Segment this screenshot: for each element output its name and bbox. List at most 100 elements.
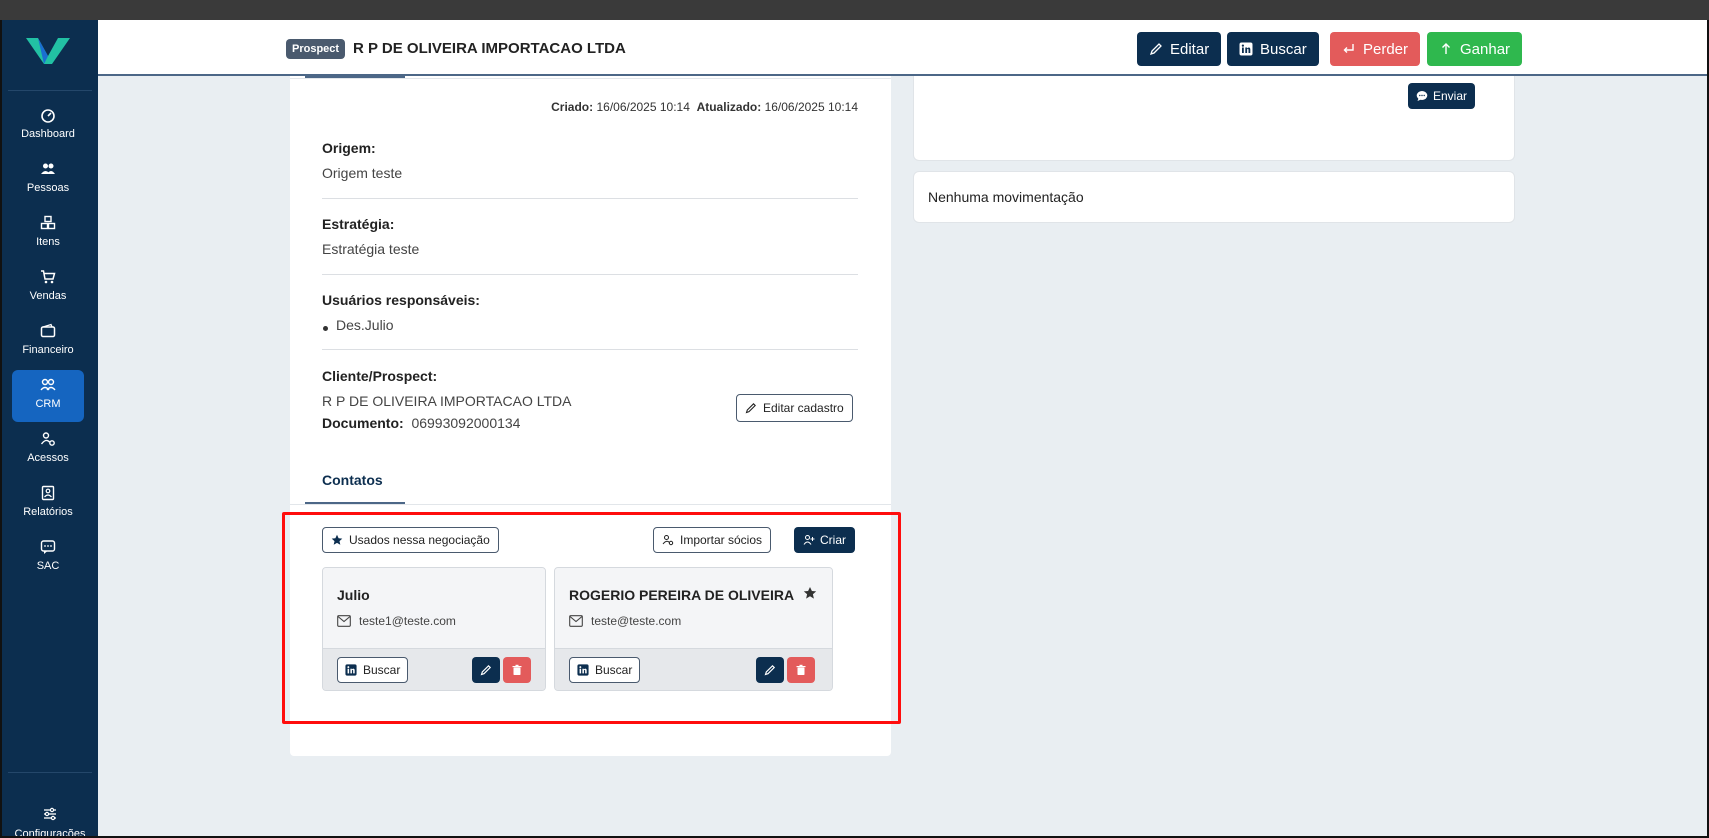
- sidebar-item-label: Configurações: [14, 828, 86, 838]
- edit-register-label: Editar cadastro: [763, 401, 844, 415]
- sidebar-item-label: Pessoas: [26, 182, 70, 194]
- sidebar-item-financeiro[interactable]: Financeiro: [12, 316, 84, 368]
- sidebar-item-label: Dashboard: [21, 128, 75, 140]
- filter-button-label: Usados nessa negociação: [349, 533, 490, 547]
- contact-email: teste1@teste.com: [337, 614, 456, 628]
- contact-card: Julio teste1@teste.com Buscar: [322, 567, 546, 691]
- estrategia-label: Estratégia:: [322, 216, 395, 232]
- import-button-label: Importar sócios: [680, 533, 763, 547]
- cart-icon: [41, 270, 56, 284]
- updated-label: Atualizado:: [696, 100, 762, 114]
- movements-card: Nenhuma movimentação: [913, 171, 1515, 223]
- sidebar-item-pessoas[interactable]: Pessoas: [12, 154, 84, 206]
- list-bullet: [323, 326, 328, 331]
- usuario-item: Des.Julio: [336, 317, 394, 333]
- sidebar-separator: [8, 772, 92, 773]
- page-title: R P DE OLIVEIRA IMPORTACAO LTDA: [353, 40, 626, 57]
- created-value: 16/06/2025 10:14: [596, 100, 690, 114]
- message-card: Enviar: [913, 76, 1515, 161]
- delete-contact-button[interactable]: [787, 657, 815, 683]
- add-user-icon: [803, 535, 815, 545]
- boxes-icon: [40, 215, 56, 230]
- edit-button[interactable]: Editar: [1137, 32, 1222, 66]
- envelope-icon: [337, 615, 351, 627]
- arrow-down-left-icon: [1343, 44, 1354, 53]
- contact-card: ROGERIO PEREIRA DE OLIVEIRA teste@teste.…: [554, 567, 833, 691]
- contact-linkedin-button[interactable]: Buscar: [569, 657, 641, 683]
- linkedin-icon: [345, 664, 357, 676]
- crm-icon: [40, 378, 56, 391]
- sidebar-item-relatorios[interactable]: Relatórios: [12, 478, 84, 530]
- sidebar-item-crm[interactable]: CRM: [12, 370, 84, 422]
- tab-divider: [290, 78, 891, 79]
- pencil-icon: [764, 664, 776, 676]
- sidebar-item-sac[interactable]: SAC: [12, 532, 84, 584]
- sidebar-item-label: SAC: [36, 560, 60, 572]
- wallet-icon: [40, 323, 56, 338]
- lose-button-label: Perder: [1363, 40, 1409, 58]
- origem-label: Origem:: [322, 140, 376, 156]
- chat-bubble-icon: [1416, 91, 1428, 101]
- edit-contact-button[interactable]: [472, 657, 500, 683]
- sidebar-item-acessos[interactable]: Acessos: [12, 424, 84, 476]
- details-card: Criado: 16/06/2025 10:14 Atualizado: 16/…: [290, 76, 891, 756]
- lose-button[interactable]: Perder: [1330, 32, 1421, 66]
- origem-value: Origem teste: [322, 165, 403, 181]
- sidebar-item-dashboard[interactable]: Dashboard: [12, 100, 84, 152]
- contact-card-footer: Buscar: [323, 648, 545, 690]
- user-gear-icon: [40, 432, 55, 446]
- contact-linkedin-button[interactable]: Buscar: [337, 657, 409, 683]
- win-button-label: Ganhar: [1460, 40, 1511, 58]
- trash-icon: [796, 664, 806, 675]
- sidebar: Dashboard Pessoas Itens Vendas Financeir…: [2, 20, 98, 838]
- created-label: Criado:: [551, 100, 594, 114]
- edit-button-label: Editar: [1170, 40, 1210, 58]
- page-header: Prospect R P DE OLIVEIRA IMPORTACAO LTDA…: [98, 20, 1707, 76]
- estrategia-value: Estratégia teste: [322, 241, 420, 257]
- contact-name: ROGERIO PEREIRA DE OLIVEIRA: [569, 587, 795, 603]
- divider: [322, 198, 858, 199]
- chat-icon: [40, 540, 56, 554]
- linkedin-icon: [577, 664, 589, 676]
- create-contact-button[interactable]: Criar: [794, 527, 855, 553]
- documento-label: Documento:: [322, 415, 404, 431]
- status-badge: Prospect: [286, 39, 346, 59]
- documento-row: Documento: 06993092000134: [322, 415, 520, 431]
- contact-email: teste@teste.com: [569, 614, 681, 628]
- tab-divider: [290, 504, 891, 505]
- usuarios-label: Usuários responsáveis:: [322, 292, 480, 308]
- sidebar-item-label: CRM: [35, 398, 61, 410]
- sidebar-item-label: Itens: [36, 236, 60, 248]
- cliente-label: Cliente/Prospect:: [322, 368, 438, 384]
- report-icon: [41, 485, 55, 501]
- delete-contact-button[interactable]: [503, 657, 531, 683]
- user-gear-icon: [662, 535, 674, 546]
- star-icon: [331, 534, 343, 545]
- edit-contact-button[interactable]: [756, 657, 784, 683]
- envelope-icon: [569, 615, 583, 627]
- pencil-icon: [480, 664, 492, 676]
- win-button[interactable]: Ganhar: [1427, 32, 1523, 66]
- brand-logo: [26, 38, 70, 64]
- send-button[interactable]: Enviar: [1408, 83, 1476, 109]
- updated-value: 16/06/2025 10:14: [764, 100, 858, 114]
- linkedin-icon: [1239, 42, 1253, 56]
- sidebar-item-vendas[interactable]: Vendas: [12, 262, 84, 314]
- tab-contatos[interactable]: Contatos: [322, 472, 383, 488]
- used-in-negotiation-filter-button[interactable]: Usados nessa negociação: [322, 527, 499, 553]
- pencil-icon: [1149, 43, 1162, 56]
- sidebar-item-configuracoes[interactable]: Configurações: [8, 806, 92, 838]
- sidebar-item-itens[interactable]: Itens: [12, 208, 84, 260]
- edit-register-button[interactable]: Editar cadastro: [736, 394, 853, 422]
- create-button-label: Criar: [820, 533, 846, 547]
- movements-empty-text: Nenhuma movimentação: [928, 189, 1084, 205]
- linkedin-search-button[interactable]: Buscar: [1227, 32, 1319, 66]
- app-frame: Dashboard Pessoas Itens Vendas Financeir…: [0, 20, 1709, 838]
- contact-card-footer: Buscar: [555, 648, 832, 690]
- import-partners-button[interactable]: Importar sócios: [653, 527, 772, 553]
- contact-card-body: [323, 568, 545, 648]
- sliders-icon: [44, 807, 56, 821]
- timestamps: Criado: 16/06/2025 10:14 Atualizado: 16/…: [551, 100, 858, 114]
- sidebar-item-label: Relatórios: [23, 506, 73, 518]
- contact-linkedin-label: Buscar: [363, 663, 401, 677]
